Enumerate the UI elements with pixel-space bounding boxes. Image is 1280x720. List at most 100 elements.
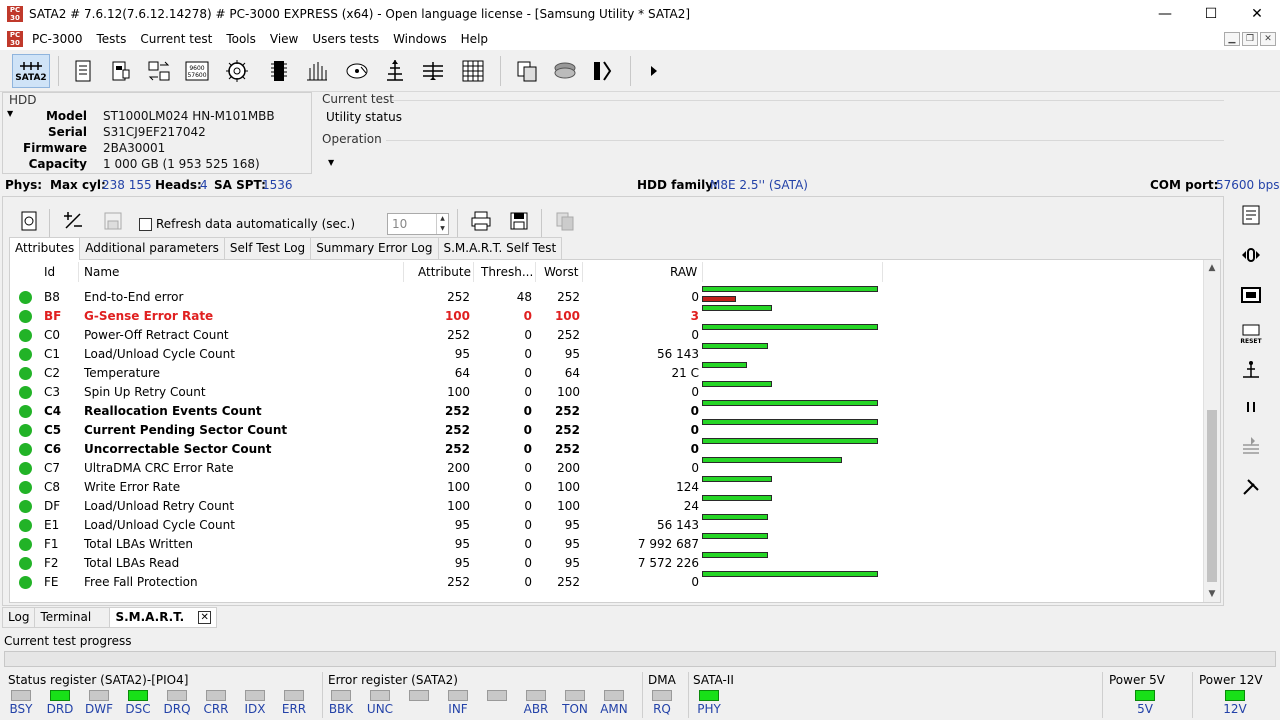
right-board-button[interactable] [1234,280,1268,310]
menu-logo-icon[interactable]: PC 30 [7,31,23,47]
status-ok-icon [19,500,32,513]
checkbox-box[interactable] [139,217,152,231]
tab-terminal[interactable]: Terminal [34,607,111,628]
tab-attributes[interactable]: Attributes [9,237,81,260]
table-row[interactable]: C0 Power-Off Retract Count 252 0 252 0 [10,324,1205,345]
table-row[interactable]: C3 Spin Up Retry Count 100 0 100 0 [10,381,1205,402]
scroll-down-icon[interactable]: ▼ [1204,586,1220,602]
copy-report-button[interactable] [551,207,579,235]
smart-save-button[interactable] [99,207,127,235]
minimize-button[interactable]: — [1142,0,1188,28]
error-led [404,690,434,702]
baud-rate-button[interactable]: 9600 57600 [180,54,214,88]
menu-windows[interactable]: Windows [386,32,454,46]
table-row[interactable]: C2 Temperature 64 0 64 21 C [10,362,1205,383]
image-button[interactable] [548,54,582,88]
pause-icon [1247,402,1255,412]
header-raw[interactable]: RAW [670,265,697,279]
tab-self-test-log[interactable]: Self Test Log [223,237,312,259]
scroll-thumb[interactable] [1207,410,1217,582]
refresh-interval-input[interactable]: 10 ▲ ▼ [387,213,449,235]
window-controls: — ☐ ✕ [1142,0,1280,28]
scroll-up-icon[interactable]: ▲ [1204,260,1220,276]
table-button[interactable] [456,54,490,88]
header-worst[interactable]: Worst [544,265,578,279]
smart-read-button[interactable] [15,207,43,235]
vertical-scrollbar[interactable]: ▲ ▼ [1203,260,1220,602]
close-button[interactable]: ✕ [1234,0,1280,28]
right-reset-button[interactable]: RESET [1234,318,1268,348]
table-row[interactable]: C1 Load/Unload Cycle Count 95 0 95 56 143 [10,343,1205,364]
menu-pc3000[interactable]: PC-3000 [25,32,89,46]
table-row[interactable]: B8 End-to-End error 252 48 252 0 [10,286,1205,307]
right-report-button[interactable] [1234,200,1268,230]
table-row[interactable]: C4 Reallocation Events Count 252 0 252 0 [10,400,1205,421]
heads-button[interactable] [416,54,450,88]
header-threshold[interactable]: Thresh... [481,265,533,279]
refresh-auto-checkbox[interactable]: Refresh data automatically (sec.) [139,217,355,231]
smart-edit-button[interactable] [59,207,87,235]
table-row[interactable]: C6 Uncorrectable Sector Count 252 0 252 0 [10,438,1205,459]
save-report-button[interactable] [505,207,533,235]
table-row[interactable]: F1 Total LBAs Written 95 0 95 7 992 687 [10,533,1205,554]
table-row[interactable]: C8 Write Error Rate 100 0 100 124 [10,476,1205,497]
right-adjust-button[interactable] [1234,432,1268,462]
menu-help[interactable]: Help [454,32,495,46]
copy-button[interactable] [510,54,544,88]
led-label: DRQ [163,702,191,716]
cell-worst: 200 [557,461,580,475]
table-row[interactable]: C5 Current Pending Sector Count 252 0 252 0 [10,419,1205,440]
cell-name: G-Sense Error Rate [84,309,214,323]
drive-info-button[interactable] [104,54,138,88]
tab-smart-self-test[interactable]: S.M.A.R.T. Self Test [437,237,563,259]
hdd-button[interactable] [340,54,374,88]
maxcyl-value: 238 155 [102,178,152,192]
scan-button[interactable] [300,54,334,88]
header-attribute[interactable]: Attribute [418,265,471,279]
user-tool-button[interactable] [586,54,620,88]
menu-view[interactable]: View [263,32,305,46]
head-map-button[interactable] [378,54,412,88]
tab-additional-parameters[interactable]: Additional parameters [79,237,225,259]
right-pause-button[interactable] [1234,392,1268,422]
table-row[interactable]: C7 UltraDMA CRC Error Rate 200 0 200 0 [10,457,1205,478]
tab-summary-error-log[interactable]: Summary Error Log [310,237,439,259]
attribute-bar [702,533,768,539]
hdd-id-button[interactable] [66,54,100,88]
operation-expand-icon[interactable]: ▼ [328,158,334,167]
table-row[interactable]: F2 Total LBAs Read 95 0 95 7 572 226 [10,552,1205,573]
close-tab-icon[interactable]: ✕ [198,611,212,624]
table-row[interactable]: BF G-Sense Error Rate 100 0 100 3 [10,305,1205,326]
cell-worst: 252 [557,575,580,589]
table-row[interactable]: FE Free Fall Protection 252 0 252 0 [10,571,1205,592]
chip-button[interactable] [262,54,296,88]
mdi-minimize-button[interactable]: ▁ [1224,32,1240,46]
right-power-button[interactable] [1234,356,1268,386]
menu-current-test[interactable]: Current test [133,32,219,46]
table-row[interactable]: DF Load/Unload Retry Count 100 0 100 24 [10,495,1205,516]
mdi-restore-button[interactable]: ❐ [1242,32,1258,46]
header-name[interactable]: Name [84,265,119,279]
user-tool-icon [594,61,612,81]
right-tools-button[interactable] [1234,472,1268,502]
right-speed-button[interactable] [1234,240,1268,270]
menu-users-tests[interactable]: Users tests [305,32,386,46]
sata2-port-button[interactable]: SATA2 [12,54,50,88]
settings-button[interactable] [220,54,254,88]
status-led: DSC [123,690,153,716]
menu-tools[interactable]: Tools [219,32,263,46]
tab-log[interactable]: Log [2,607,36,628]
spin-arrows[interactable]: ▲ ▼ [436,214,448,234]
cell-name: Total LBAs Read [84,556,180,570]
print-button[interactable] [467,207,495,235]
heads-icon [423,62,443,80]
run-button[interactable] [636,54,670,88]
table-row[interactable]: E1 Load/Unload Cycle Count 95 0 95 56 143 [10,514,1205,535]
maximize-button[interactable]: ☐ [1188,0,1234,28]
tab-smart[interactable]: S.M.A.R.T. ✕ [109,607,218,628]
header-id[interactable]: Id [44,265,55,279]
mdi-close-button[interactable]: ✕ [1260,32,1276,46]
cell-id: DF [44,499,61,513]
menu-tests[interactable]: Tests [89,32,133,46]
transfer-button[interactable] [142,54,176,88]
